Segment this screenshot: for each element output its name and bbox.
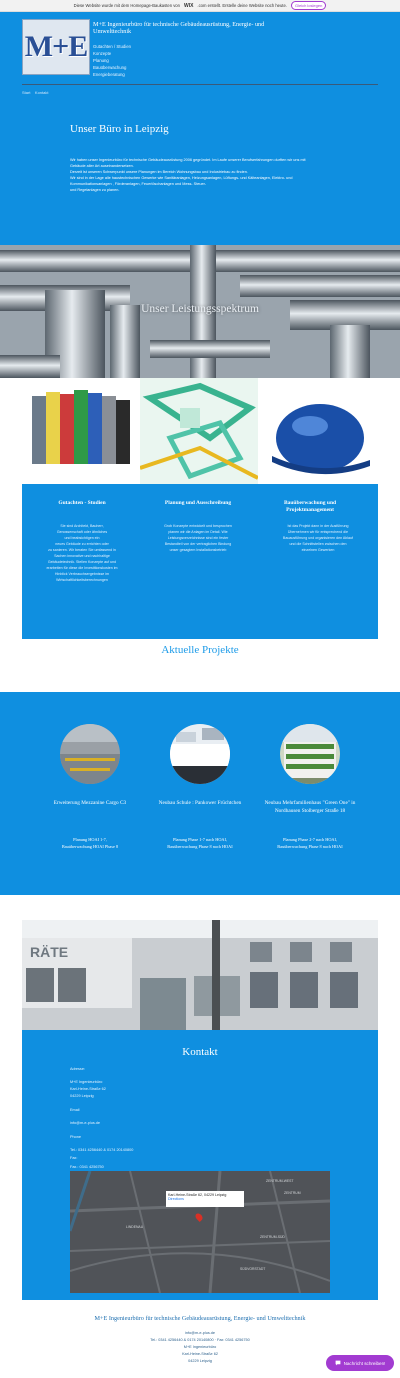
map-popup: Karl-Heine-Straße 62, 04229 Leipzig Dire… bbox=[166, 1191, 244, 1207]
project-image-cargo[interactable] bbox=[60, 724, 120, 784]
about-title: Unser Büro in Leipzig bbox=[70, 123, 169, 135]
chat-button[interactable]: Nachricht schreiben! bbox=[326, 1355, 394, 1371]
company-name: M+E Ingenieurbüro für technische Gebäude… bbox=[93, 21, 265, 35]
about-line-2: Gebäude aller Art auseinandersetzen. bbox=[70, 164, 134, 168]
wix-start-button[interactable]: Gleich loslegen bbox=[290, 1, 327, 10]
about-line-6: und Regelanlagen zu planen. bbox=[70, 188, 120, 192]
svg-text:RÄTE: RÄTE bbox=[30, 944, 68, 960]
nav-item-gutachten[interactable]: Gutachten / Studien bbox=[93, 44, 131, 49]
footer-phone-fax: Tel.: 0341 4256440 & 0174 20140800 · Fax… bbox=[150, 1338, 250, 1342]
map-directions-link[interactable]: Directions bbox=[168, 1197, 242, 1201]
project-image-schule[interactable] bbox=[170, 724, 230, 784]
about-line-3: Derzeit ist unseren Schwerpunkt unsere P… bbox=[70, 170, 248, 174]
nav-item-planung[interactable]: Planung bbox=[93, 58, 109, 63]
project-scope-cargo-1: Planung HOAI 1-7, bbox=[73, 837, 107, 842]
project-title-cargo: Erweiterung Mezzanine Cargo C3 bbox=[53, 800, 127, 806]
map-label-lindenau: LINDENAU bbox=[126, 1225, 144, 1229]
footer-company: M+E Ingenieurbüro bbox=[183, 1345, 217, 1349]
project-scope-green-one-2: Bauüberwachung Phase 8 nach HOAI bbox=[277, 844, 343, 849]
column-0-line: Wirtschaftlichkeitsberechnungen bbox=[56, 578, 108, 582]
header-divider bbox=[22, 84, 378, 85]
column-title-gutachten: Gutachten - Studien bbox=[58, 500, 106, 506]
nav-item-konzepte[interactable]: Konzepte bbox=[93, 51, 111, 56]
hard-hat-image bbox=[258, 378, 378, 484]
chat-icon bbox=[335, 1360, 341, 1367]
column-1-line: unser gesagtem Installationsbetrieb bbox=[169, 548, 227, 552]
office-building-image: RÄTE bbox=[22, 920, 378, 1030]
email-value[interactable]: info@m-e-plus.de bbox=[70, 1121, 100, 1125]
project-scope-schule-2: Bauüberwachung Phase 8 nach HOAI bbox=[167, 844, 233, 849]
map-label-suedvorstadt: SÜDVORSTADT bbox=[240, 1267, 266, 1271]
address-line-1: M+E Ingenieurbüro bbox=[70, 1080, 103, 1084]
map-label-zentrum: ZENTRUM bbox=[284, 1191, 301, 1195]
project-scope-schule-1: Planung Phase 1-7 nach HOAI, bbox=[172, 837, 228, 842]
spectrum-title: Unser Leistungsspektrum bbox=[141, 303, 259, 315]
wix-logo[interactable]: WIX bbox=[184, 3, 193, 9]
phone-value[interactable]: Tel.: 0341 4256440 & 0174 20140800 bbox=[70, 1148, 133, 1152]
address-label: Adresse: bbox=[70, 1067, 85, 1071]
nav-start[interactable]: Start bbox=[22, 90, 30, 95]
phone-label: Phone bbox=[70, 1135, 81, 1139]
fax-label: Fax: bbox=[70, 1156, 78, 1160]
nav-kontakt[interactable]: Kontakt bbox=[35, 90, 49, 95]
location-map[interactable]: Karl-Heine-Straße 62, 04229 Leipzig Dire… bbox=[70, 1171, 330, 1293]
projects-title: Aktuelle Projekte bbox=[161, 644, 239, 656]
email-label: Email bbox=[70, 1108, 80, 1112]
project-image-green-one[interactable] bbox=[280, 724, 340, 784]
footer-email[interactable]: info@m-e-plus.de bbox=[0, 1331, 400, 1335]
about-line-1: Wir haben unser Ingenieurbüro für techni… bbox=[70, 158, 306, 162]
nav-item-energieberatung[interactable]: Energieberatung bbox=[93, 72, 125, 77]
folders-image bbox=[22, 378, 140, 484]
project-title-green-one: Neubau Mehrfamilienhaus "Green One" in N… bbox=[264, 800, 356, 814]
map-label-zentrum-west: ZENTRUM-WEST bbox=[266, 1179, 294, 1183]
column-title-planung: Planung und Ausschreibung bbox=[164, 500, 232, 506]
address-line-2: Karl-Heine-Straße 62 bbox=[70, 1087, 106, 1091]
company-logo[interactable]: M+E bbox=[22, 19, 90, 75]
footer-company-name: M+E Ingenieurbüro für technische Gebäude… bbox=[94, 1315, 306, 1322]
plan-drawing-image bbox=[140, 378, 258, 484]
project-title-schule: Neubau Schule : Pankower Früchtchen bbox=[158, 800, 242, 806]
about-line-4: Wir sind in der Lage alle haustechnische… bbox=[70, 176, 293, 180]
about-line-5: Kommunikationsanlagen , Förderanlagen, F… bbox=[70, 182, 207, 186]
column-title-bauueberwachung: Bauüberwachung und Projektmanagement bbox=[283, 500, 337, 513]
column-2-line: einzelnen Gewerken bbox=[301, 548, 335, 552]
project-scope-cargo-2: Bauüberwachung HOAI Phase 8 bbox=[61, 844, 119, 849]
breadcrumb: Start Kontakt bbox=[22, 90, 48, 95]
projects-section bbox=[0, 692, 400, 895]
nav-item-bauueberwachung[interactable]: Bauüberwachung bbox=[93, 65, 126, 70]
fax-value: Fax.: 0341 4256750 bbox=[70, 1165, 104, 1169]
project-scope-green-one-1: Planung Phase 2-7 nach HOAI, bbox=[282, 837, 338, 842]
logo-text: M+E bbox=[24, 30, 88, 63]
contact-title: Kontakt bbox=[182, 1046, 218, 1058]
wix-banner-text-2: .com erstellt. Erstelle deine Website no… bbox=[197, 3, 287, 8]
chat-label: Nachricht schreiben! bbox=[343, 1360, 386, 1366]
wix-banner: Diese Website wurde mit dem Homepage-Bau… bbox=[0, 0, 400, 12]
map-label-zentrum-sued: ZENTRUM-SÜD bbox=[260, 1235, 285, 1239]
wix-banner-text: Diese Website wurde mit dem Homepage-Bau… bbox=[73, 3, 180, 8]
address-line-3: 04229 Leipzig bbox=[70, 1094, 94, 1098]
